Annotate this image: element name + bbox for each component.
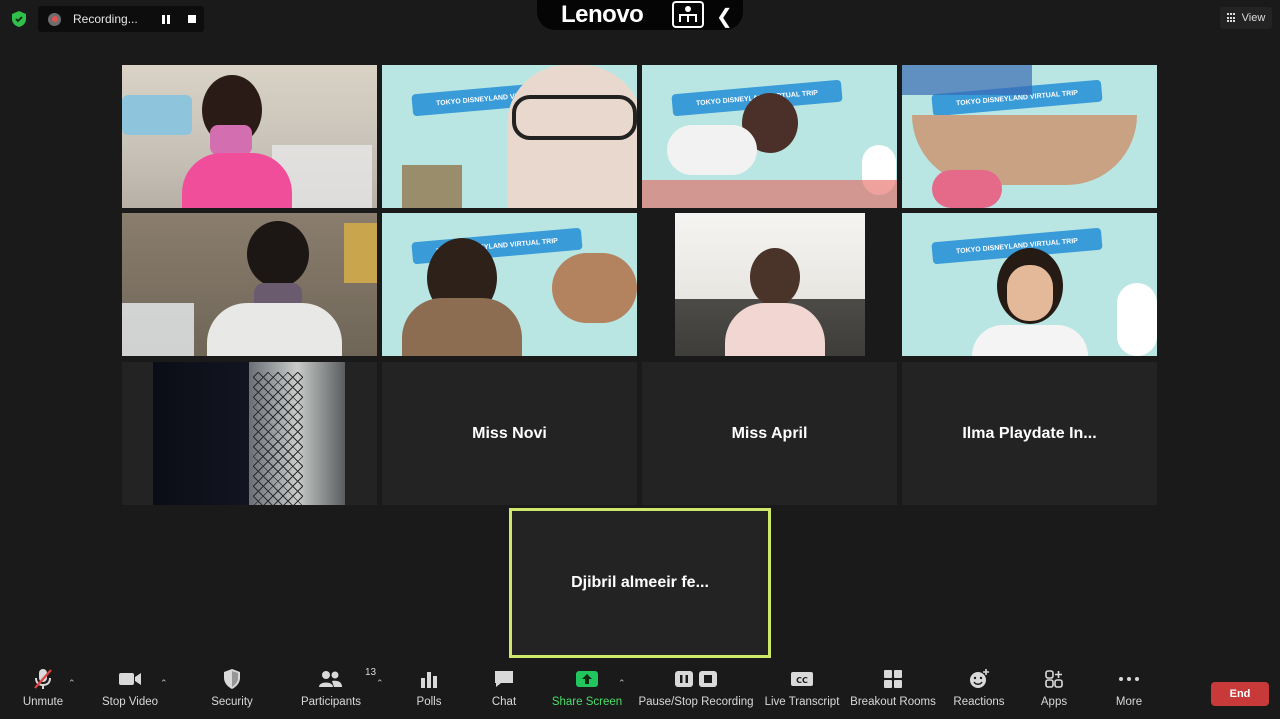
zoom-meeting-window: Recording... Lenovo ❮ View TOKYO DISNEYL…	[0, 0, 1280, 719]
pause-stop-recording-button[interactable]: Pause/Stop Recording	[638, 662, 754, 719]
apps-button[interactable]: Apps	[1034, 662, 1074, 719]
reactions-label: Reactions	[953, 696, 1005, 708]
stop-icon	[699, 671, 717, 687]
video-feed-girl-couch	[675, 213, 865, 356]
video-feed-virtual-background: TOKYO DISNEYLAND VIRTUAL TRIP	[382, 213, 637, 356]
participant-video-tile[interactable]: TOKYO DISNEYLAND VIRTUAL TRIP	[902, 65, 1157, 208]
participant-tile-video-off[interactable]: Ilma Playdate In...	[902, 362, 1157, 505]
live-transcript-button[interactable]: CC Live Transcript	[764, 662, 840, 719]
video-feed-virtual-background: TOKYO DISNEYLAND VIRTUAL TRIP	[642, 65, 897, 208]
video-feed-virtual-background: TOKYO DISNEYLAND VIRTUAL TRIP	[902, 65, 1157, 208]
chat-label: Chat	[491, 696, 517, 708]
security-label: Security	[211, 696, 253, 708]
grid-view-icon	[1226, 13, 1237, 23]
chat-button[interactable]: Chat	[484, 662, 524, 719]
pause-recording-icon[interactable]	[162, 15, 170, 24]
end-meeting-button[interactable]: End	[1211, 682, 1269, 706]
apps-label: Apps	[1040, 696, 1068, 708]
pause-stop-recording-label: Pause/Stop Recording	[638, 696, 754, 708]
video-feed-dark-window	[153, 362, 345, 505]
stop-video-label: Stop Video	[101, 696, 159, 708]
muted-microphone-icon	[34, 669, 52, 689]
polls-button[interactable]: Polls	[408, 662, 450, 719]
unmute-button[interactable]: Unmute	[14, 662, 72, 719]
participant-tile-video-off[interactable]: Miss April	[642, 362, 897, 505]
participant-count: 13	[365, 667, 377, 678]
share-screen-arrow-icon	[576, 671, 598, 687]
participants-icon	[319, 671, 342, 687]
stop-video-button[interactable]: Stop Video	[98, 662, 162, 719]
recording-indicator: Recording...	[38, 6, 204, 32]
participants-options-chevron-icon[interactable]: ⌃	[376, 678, 384, 689]
stop-recording-icon[interactable]	[188, 15, 196, 23]
video-feed-girl-pink-mask	[122, 65, 377, 208]
lenovo-logo: Lenovo	[561, 1, 644, 28]
participants-label: Participants	[300, 696, 362, 708]
more-dots-icon	[1119, 677, 1139, 681]
meeting-controls-toolbar: Unmute ⌃ Stop Video ⌃ Security 13 Partic…	[0, 662, 1280, 719]
apps-icon	[1045, 670, 1063, 688]
participant-video-tile[interactable]: TOKYO DISNEYLAND VIRTUAL TRIP	[902, 213, 1157, 356]
share-screen-button[interactable]: Share Screen	[552, 662, 622, 719]
participant-video-tile[interactable]	[122, 213, 377, 356]
video-camera-icon	[119, 673, 141, 685]
share-screen-label: Share Screen	[551, 696, 623, 708]
recording-label: Recording...	[73, 12, 138, 26]
participant-video-tile[interactable]	[122, 362, 377, 505]
video-feed-virtual-background: TOKYO DISNEYLAND VIRTUAL TRIP	[902, 213, 1157, 356]
video-feed-virtual-background: TOKYO DISNEYLAND VIRTUAL TRIP	[382, 65, 637, 208]
chat-bubble-icon	[495, 671, 513, 687]
closed-caption-icon: CC	[791, 672, 813, 686]
view-button[interactable]: View	[1220, 7, 1272, 29]
active-speaker-tile[interactable]: Djibril almeeir fe...	[509, 508, 771, 658]
screen-share-device-icon[interactable]	[672, 1, 704, 28]
video-options-chevron-icon[interactable]: ⌃	[160, 678, 168, 689]
security-shield-icon	[224, 669, 240, 689]
live-transcript-label: Live Transcript	[764, 696, 840, 708]
participant-tile-video-off[interactable]: Miss Novi	[382, 362, 637, 505]
breakout-rooms-label: Breakout Rooms	[850, 696, 936, 708]
svg-text:CC: CC	[796, 676, 808, 685]
breakout-rooms-button[interactable]: Breakout Rooms	[850, 662, 936, 719]
participant-video-tile[interactable]	[122, 65, 377, 208]
participant-video-tile[interactable]	[642, 213, 897, 356]
pause-icon	[675, 671, 693, 687]
view-label: View	[1241, 12, 1266, 24]
polls-label: Polls	[416, 696, 442, 708]
audio-options-chevron-icon[interactable]: ⌃	[68, 678, 76, 689]
smiley-reaction-icon	[970, 669, 989, 688]
share-options-chevron-icon[interactable]: ⌃	[618, 678, 626, 689]
more-button[interactable]: More	[1108, 662, 1150, 719]
participant-video-tile[interactable]: TOKYO DISNEYLAND VIRTUAL TRIP	[642, 65, 897, 208]
breakout-rooms-grid-icon	[884, 670, 902, 688]
participant-video-tile[interactable]: TOKYO DISNEYLAND VIRTUAL TRIP	[382, 213, 637, 356]
security-button[interactable]: Security	[206, 662, 258, 719]
participants-button[interactable]: 13 Participants	[298, 662, 376, 719]
video-feed-boy-mask	[122, 213, 377, 356]
participant-name: Ilma Playdate In...	[962, 424, 1097, 442]
more-label: More	[1115, 696, 1143, 708]
reactions-button[interactable]: Reactions	[950, 662, 1008, 719]
lenovo-overlay-bar: Lenovo	[537, 0, 743, 30]
participant-video-tile[interactable]: TOKYO DISNEYLAND VIRTUAL TRIP	[382, 65, 637, 208]
participant-name: Miss April	[731, 424, 808, 442]
end-label: End	[1229, 688, 1251, 700]
polls-bar-chart-icon	[421, 672, 437, 688]
recording-dot-icon	[48, 12, 61, 26]
chevron-left-icon[interactable]: ❮	[716, 4, 733, 29]
encryption-shield-icon[interactable]	[10, 10, 28, 28]
active-speaker-name: Djibril almeeir fe...	[571, 574, 709, 591]
participant-name: Miss Novi	[472, 424, 547, 442]
unmute-label: Unmute	[22, 696, 64, 708]
